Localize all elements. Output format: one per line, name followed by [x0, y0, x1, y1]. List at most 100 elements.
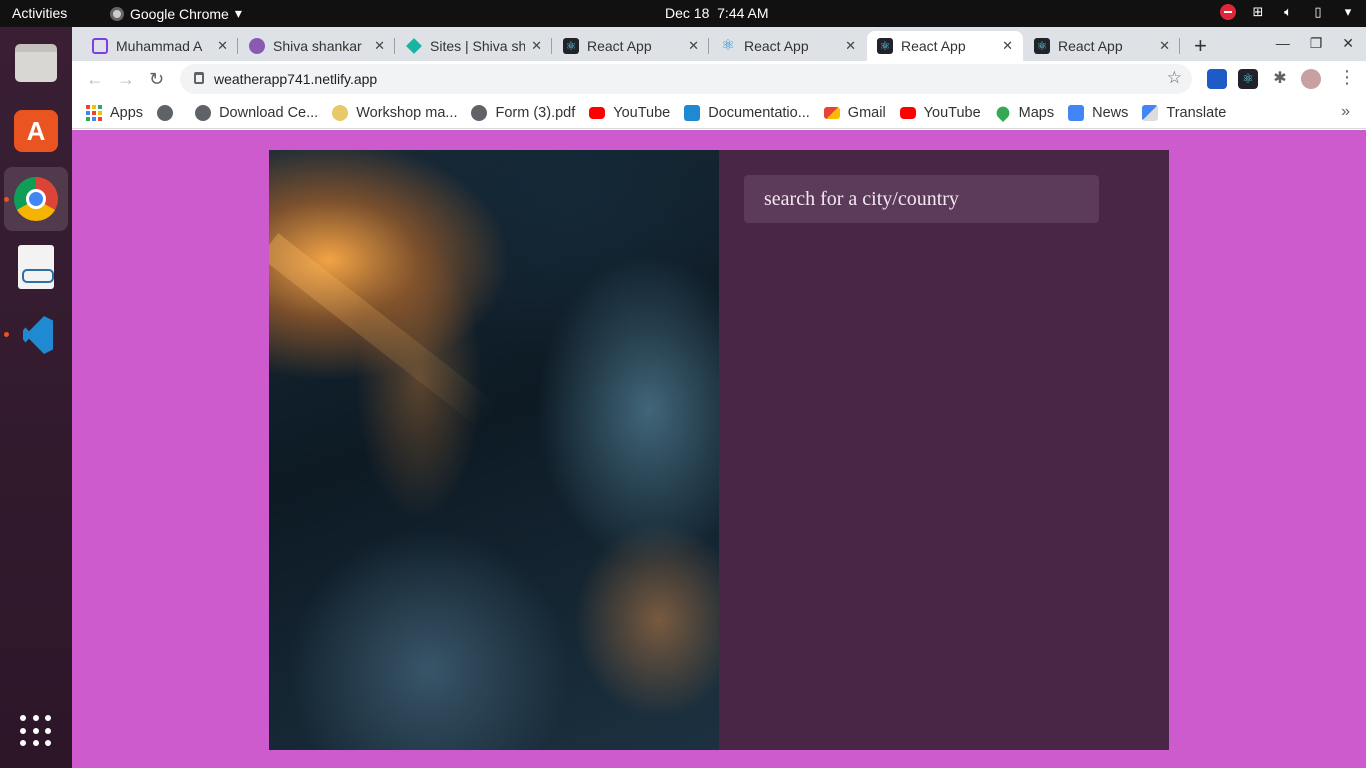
bookmark-apps[interactable]: Apps [86, 104, 144, 121]
translate-icon [1142, 104, 1159, 121]
restore-icon[interactable]: ❐ [1310, 35, 1323, 52]
close-icon[interactable]: ✕ [1159, 38, 1170, 54]
bookmark-label: YouTube [613, 104, 671, 121]
bookmark-label: YouTube [923, 104, 981, 121]
globe-icon [471, 104, 488, 121]
tab-title: Sites | Shiva sh [430, 38, 526, 54]
city-search-input[interactable] [744, 175, 1099, 223]
lock-icon[interactable] [194, 72, 204, 84]
system-tray[interactable]: ⊞ 🔈︎ ▯ ▾ [1220, 4, 1356, 20]
close-icon[interactable]: ✕ [688, 38, 699, 54]
extension-icon[interactable] [1207, 69, 1227, 89]
activities-button[interactable]: Activities [12, 5, 67, 21]
chart-icon [92, 38, 108, 54]
bookmark-label: Download Ce... [219, 104, 319, 121]
do-not-disturb-icon[interactable] [1220, 4, 1236, 20]
profile-avatar[interactable] [1301, 69, 1321, 89]
bookmark-form-pdf[interactable]: Form (3).pdf [471, 104, 575, 121]
tab-title: React App [901, 38, 966, 54]
url-text[interactable]: weatherapp741.netlify.app [214, 71, 377, 87]
bookmark-globe[interactable] [157, 104, 181, 121]
sites-icon [406, 38, 422, 54]
bookmarks-bar: Apps Download Ce... Workshop ma... Form … [72, 97, 1366, 129]
back-arrow-icon[interactable]: ← [86, 69, 104, 90]
bookmark-gmail[interactable]: Gmail [823, 104, 886, 121]
page-viewport [72, 130, 1366, 768]
clock-time: 7:44 AM [717, 5, 769, 21]
tab-strip: Muhammad A ✕ Shiva shankar ✕ Sites | Shi… [72, 27, 1366, 61]
bookmark-label: Translate [1166, 104, 1227, 121]
tab-sites[interactable]: Sites | Shiva sh ✕ [396, 31, 552, 61]
react-devtools-icon[interactable]: ⚛ [1238, 69, 1258, 89]
tab-title: React App [744, 38, 809, 54]
dock-vscode[interactable] [4, 303, 68, 367]
bookmark-label: Workshop ma... [356, 104, 458, 121]
tab-title: Shiva shankar [273, 38, 362, 54]
youtube-icon [899, 106, 916, 119]
tab-react-app-active[interactable]: ⚛ React App ✕ [867, 31, 1023, 61]
network-icon[interactable]: ⊞ [1250, 4, 1266, 20]
dock-software[interactable]: A [4, 99, 68, 163]
apps-grid-icon [86, 104, 102, 121]
show-apps-icon[interactable] [20, 715, 52, 747]
running-indicator [4, 197, 9, 202]
clock[interactable]: Dec 18 7:44 AM [665, 5, 769, 21]
close-icon[interactable]: ✕ [845, 38, 856, 54]
tab-title: React App [1058, 38, 1123, 54]
app-menu[interactable]: Google Chrome ▾ [110, 5, 242, 22]
reload-icon[interactable]: ↻ [149, 69, 164, 90]
clouds-image [269, 150, 719, 750]
bookmark-youtube-2[interactable]: YouTube [899, 104, 981, 121]
globe-icon [157, 104, 174, 121]
close-window-icon[interactable]: ✕ [1342, 35, 1354, 52]
battery-icon[interactable]: ▯ [1310, 4, 1326, 20]
bookmark-translate[interactable]: Translate [1142, 104, 1227, 121]
tab-react-app-4[interactable]: ⚛ React App ✕ [1024, 31, 1180, 61]
maps-icon [993, 103, 1012, 122]
volume-icon[interactable]: 🔈︎ [1280, 4, 1296, 20]
chrome-icon [110, 6, 124, 21]
bookmark-news[interactable]: News [1068, 104, 1128, 121]
tab-shiva-shankar[interactable]: Shiva shankar ✕ [239, 31, 395, 61]
dock-document-viewer[interactable] [4, 235, 68, 299]
close-icon[interactable]: ✕ [217, 38, 228, 54]
vscode-icon [15, 314, 57, 356]
bookmark-documentation[interactable]: Documentatio... [684, 104, 810, 121]
bookmark-maps[interactable]: Maps [993, 103, 1054, 122]
bookmark-download-center[interactable]: Download Ce... [195, 104, 319, 121]
avatar-icon [249, 38, 265, 54]
close-icon[interactable]: ✕ [1002, 38, 1013, 54]
bookmark-label: Gmail [847, 104, 886, 121]
dock-chrome[interactable] [4, 167, 68, 231]
tab-react-app-1[interactable]: ⚛ React App ✕ [553, 31, 709, 61]
bookmark-label: Apps [110, 104, 144, 121]
system-top-bar: Activities Google Chrome ▾ Dec 18 7:44 A… [0, 0, 1366, 27]
forward-arrow-icon[interactable]: → [117, 69, 135, 90]
youtube-icon [589, 106, 606, 119]
bookmark-workshop[interactable]: Workshop ma... [332, 104, 458, 121]
more-bookmarks-icon[interactable]: » [1341, 103, 1350, 121]
close-icon[interactable]: ✕ [531, 38, 542, 54]
chrome-icon [14, 177, 58, 221]
tab-react-app-2[interactable]: ⚛ React App ✕ [710, 31, 866, 61]
bookmark-star-icon[interactable]: ☆ [1167, 68, 1182, 88]
bookmark-youtube[interactable]: YouTube [589, 105, 670, 121]
minimize-icon[interactable]: — [1276, 35, 1290, 52]
app-menu-label: Google Chrome [130, 5, 229, 22]
tab-muhammad[interactable]: Muhammad A ✕ [82, 31, 238, 61]
chevron-down-icon[interactable]: ▾ [1340, 4, 1356, 20]
puzzle-icon[interactable]: ✱ [1270, 69, 1290, 89]
running-indicator [4, 332, 9, 337]
files-icon [15, 44, 57, 82]
react-icon: ⚛ [1034, 38, 1050, 54]
close-icon[interactable]: ✕ [374, 38, 385, 54]
react-icon: ⚛ [721, 37, 735, 54]
address-bar[interactable]: weatherapp741.netlify.app ☆ [180, 64, 1192, 94]
document-viewer-icon [18, 245, 54, 289]
menu-kebab-icon[interactable]: ⋮ [1338, 67, 1356, 88]
react-icon: ⚛ [877, 38, 893, 54]
react-icon: ⚛ [563, 38, 579, 54]
dock-files[interactable] [4, 31, 68, 95]
new-tab-button[interactable]: + [1194, 33, 1207, 59]
news-icon [1068, 104, 1085, 121]
